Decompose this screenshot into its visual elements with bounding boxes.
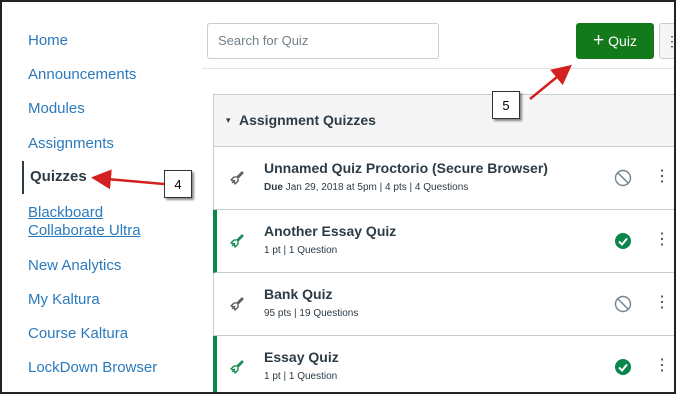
- quiz-questions: 1 Question: [288, 245, 338, 256]
- more-options-button[interactable]: ⋮: [659, 23, 674, 59]
- nav-my-kaltura[interactable]: My Kaltura: [28, 291, 100, 309]
- separator: |: [294, 308, 297, 319]
- quiz-questions: 1 Question: [288, 371, 338, 382]
- toolbar-divider: [202, 68, 674, 69]
- kebab-menu-icon[interactable]: ⋮: [654, 292, 670, 312]
- quiz-row: Bank Quiz 95 pts | 19 Questions ⋮: [213, 273, 674, 336]
- quiz-questions: 4 Questions: [414, 182, 469, 193]
- published-check-icon[interactable]: [614, 358, 632, 376]
- nav-blackboard[interactable]: Blackboard: [28, 204, 103, 222]
- rocket-icon: [230, 234, 244, 248]
- nav-assignments[interactable]: Assignments: [28, 135, 114, 153]
- nav-announcements[interactable]: Announcements: [28, 66, 136, 84]
- kebab-menu-icon[interactable]: ⋮: [654, 229, 670, 249]
- quiz-meta: 1 pt | 1 Question: [264, 245, 337, 256]
- callout-step-5: 5: [492, 91, 520, 119]
- rocket-icon: [230, 171, 244, 185]
- quiz-title[interactable]: Bank Quiz: [264, 286, 332, 302]
- unpublished-icon[interactable]: [614, 169, 632, 187]
- callout-step-4: 4: [164, 170, 192, 198]
- caret-down-icon: ▾: [226, 115, 231, 125]
- separator: |: [283, 371, 287, 382]
- nav-quizzes[interactable]: Quizzes: [22, 161, 87, 194]
- separator: |: [409, 182, 413, 193]
- quiz-meta: 1 pt | 1 Question: [264, 371, 337, 382]
- group-title: Assignment Quizzes: [239, 112, 376, 128]
- quiz-points: 1 pt: [264, 245, 281, 256]
- quiz-questions: 19 Questions: [299, 308, 359, 319]
- due-label: Due: [264, 182, 283, 193]
- quiz-title[interactable]: Another Essay Quiz: [264, 223, 396, 239]
- quiz-row: Another Essay Quiz 1 pt | 1 Question ⋮: [213, 210, 674, 273]
- quiz-row: Essay Quiz 1 pt | 1 Question ⋮: [213, 336, 674, 392]
- quiz-points: 4 pts: [385, 182, 407, 193]
- published-check-icon[interactable]: [614, 232, 632, 250]
- due-date: Jan 29, 2018 at 5pm: [285, 182, 377, 193]
- add-quiz-label: Quiz: [608, 33, 637, 49]
- nav-course-kaltura[interactable]: Course Kaltura: [28, 325, 128, 343]
- nav-modules[interactable]: Modules: [28, 100, 85, 118]
- quiz-meta: 95 pts | 19 Questions: [264, 308, 358, 319]
- nav-home[interactable]: Home: [28, 32, 68, 50]
- quiz-points: 95 pts: [264, 308, 292, 319]
- rocket-icon: [230, 297, 244, 311]
- quiz-meta: Due Jan 29, 2018 at 5pm | 4 pts | 4 Ques…: [264, 182, 468, 193]
- quiz-title[interactable]: Essay Quiz: [264, 349, 339, 365]
- plus-icon: +: [593, 30, 605, 51]
- quiz-row: Unnamed Quiz Proctorio (Secure Browser) …: [213, 147, 674, 210]
- separator: |: [283, 245, 287, 256]
- nav-lockdown-browser[interactable]: LockDown Browser: [28, 359, 157, 377]
- rocket-icon: [230, 360, 244, 374]
- search-input[interactable]: Search for Quiz: [207, 23, 439, 59]
- kebab-menu-icon[interactable]: ⋮: [654, 166, 670, 186]
- unpublished-icon[interactable]: [614, 295, 632, 313]
- assignment-quizzes-header[interactable]: ▾ Assignment Quizzes: [213, 94, 674, 147]
- screenshot-frame: Home Announcements Modules Assignments Q…: [0, 0, 676, 394]
- quiz-title[interactable]: Unnamed Quiz Proctorio (Secure Browser): [264, 160, 548, 176]
- kebab-menu-icon[interactable]: ⋮: [654, 355, 670, 375]
- separator: |: [379, 182, 383, 193]
- course-navigation: Home Announcements Modules Assignments Q…: [2, 2, 202, 392]
- nav-collaborate-ultra[interactable]: Collaborate Ultra: [28, 222, 141, 240]
- add-quiz-button[interactable]: + Quiz: [576, 23, 654, 59]
- quiz-points: 1 pt: [264, 371, 281, 382]
- nav-new-analytics[interactable]: New Analytics: [28, 257, 121, 275]
